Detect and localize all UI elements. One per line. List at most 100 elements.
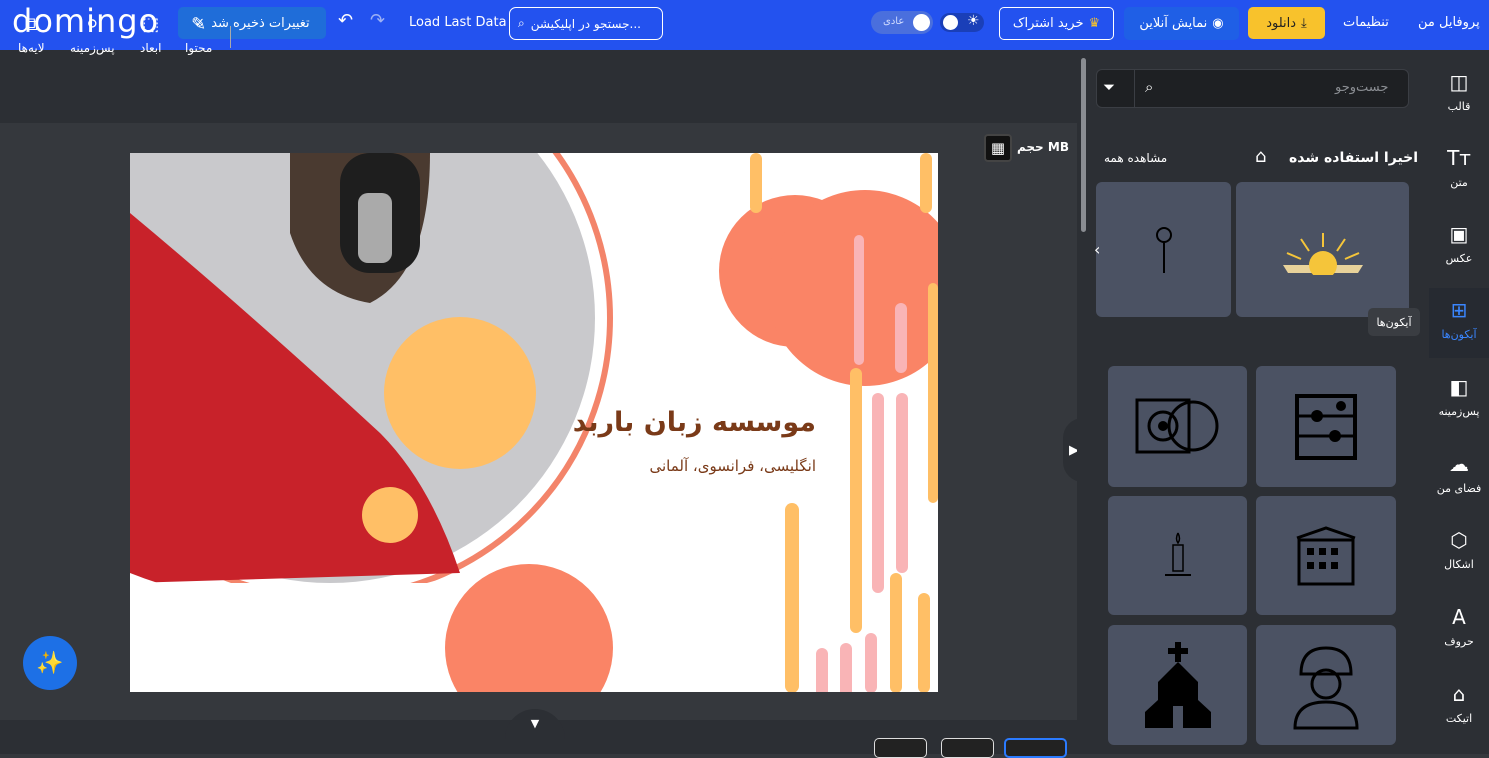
yellow-circle-large [384,317,536,469]
upload-icon: ☁ [1449,452,1469,476]
icons-icon: ⊞ [1450,298,1468,322]
stripe [895,303,907,373]
sidebar-item-icons[interactable]: ⊞ آیکون‌ها [1429,288,1489,358]
toggle-knob [913,14,930,31]
eye-icon: ◉ [1212,16,1224,31]
sidebar-label: اشکال [1444,558,1474,571]
stripe [854,235,864,365]
sidebar-label: عکس [1445,252,1473,265]
load-last-data-button[interactable]: Load Last Data [409,15,507,30]
sidebar-item-letters[interactable]: A حروف [1429,605,1489,648]
filter-icon[interactable]: ⏷ [1103,78,1115,96]
mode-toggle[interactable]: عادی [871,11,933,34]
layers-icon: ⧉ [24,14,38,35]
crown-icon: ♛ [1088,16,1101,31]
stripe [920,153,932,213]
theme-knob [943,15,958,30]
tool-content-label: محتوا [185,41,213,55]
search-icon: ⌕ [518,16,525,30]
stripe [816,648,828,692]
file-size-label: حجم MB [1017,140,1069,154]
panel-search-placeholder: جست‌وجو [1335,80,1389,95]
sun-icon: ☀ [967,13,980,29]
magic-wand-button[interactable]: ✨ [23,636,77,690]
broom-icon[interactable]: ⌂ [1255,146,1266,167]
sidebar-item-background[interactable]: ◧ پس‌زمینه [1429,375,1489,418]
background-icon: ◧ [1449,375,1469,399]
panel-scrollbar[interactable] [1081,58,1086,232]
redo-icon[interactable]: ↷ [370,10,385,31]
abacus-icon [1295,393,1357,460]
online-view-button[interactable]: نمایش آنلاین ◉ [1124,7,1239,40]
icon-tile[interactable] [1256,496,1396,615]
headphone-pad [358,193,392,263]
recent-title: اخیرا استفاده شده [1289,150,1419,166]
sidebar-label: حروف [1444,635,1474,648]
settings-menu[interactable]: تنظیمات [1343,15,1389,30]
letters-icon: A [1452,605,1466,629]
save-label: تغییرات ذخیره شد [211,15,310,31]
building-icon [1296,525,1356,585]
text-icon: Tт [1447,146,1471,170]
design-canvas[interactable]: موسسه زبان باربد انگلیسی، فرانسوی، آلمان… [130,153,938,692]
tool-background[interactable]: ⚪ پس‌زمینه [70,14,115,55]
page-thumbnail[interactable] [874,738,927,758]
stripe [918,593,930,692]
yellow-circle-small [362,487,418,543]
page-thumbnail[interactable] [941,738,994,758]
stripe [750,153,762,213]
tool-layers[interactable]: ⧉ لایه‌ها [18,14,45,55]
icon-tile[interactable] [1256,366,1396,487]
tag-icon: ⌂ [1452,682,1466,706]
icon-tile[interactable] [1256,625,1396,745]
sidebar-item-template[interactable]: ◫ قالب [1429,70,1489,113]
sunrise-book-icon [1282,232,1363,275]
icon-tile[interactable] [1108,366,1247,487]
tool-dimensions[interactable]: ⬚ ابعاد [140,14,161,55]
tool-layers-label: لایه‌ها [18,41,45,55]
design-subtitle[interactable]: انگلیسی، فرانسوی، آلمانی [649,457,816,475]
subscribe-button[interactable]: خرید اشتراک ♛ [999,7,1114,40]
see-all-link[interactable]: مشاهده همه [1104,151,1167,165]
shapes-icon: ⬡ [1450,528,1468,552]
recent-icon-flower[interactable] [1096,182,1231,317]
icon-tile[interactable] [1108,496,1247,615]
icon-tile[interactable] [1108,625,1247,745]
app-search-placeholder: جستجو در اپلیکیشن... [530,16,641,31]
online-label: نمایش آنلاین [1139,16,1208,31]
sidebar-label: پس‌زمینه [1438,405,1480,418]
candle-icon [1164,532,1191,576]
download-button[interactable]: دانلود ⤓ [1248,7,1325,39]
stripe [840,643,852,692]
recent-icon-sunrise[interactable] [1236,182,1409,317]
search-icon: ⌕ [1145,78,1154,96]
stripe [865,633,877,692]
sidebar-label: متن [1450,176,1468,189]
sidebar-item-text[interactable]: Tт متن [1429,146,1489,189]
tool-content[interactable]: ✎ محتوا [185,14,212,55]
stripe [928,283,938,503]
stripe [850,368,862,633]
app-search-input[interactable]: ⌕ جستجو در اپلیکیشن... [509,7,663,40]
sidebar-item-my-space[interactable]: ☁ فضای من [1429,452,1489,495]
search-divider [1134,70,1135,107]
sidebar-item-shapes[interactable]: ⬡ اشکال [1429,528,1489,571]
profile-menu[interactable]: پروفایل من [1418,15,1480,30]
page-thumbnail-active[interactable] [1004,738,1067,758]
icons-tooltip: آیکون‌ها [1368,308,1420,336]
photo-icon: ▣ [1449,222,1469,246]
stripe [872,393,884,593]
worker-icon [1293,646,1359,730]
design-artwork: موسسه زبان باربد انگلیسی، فرانسوی، آلمان… [130,153,938,692]
stripe [785,503,799,692]
download-label: دانلود [1266,15,1297,31]
design-title[interactable]: موسسه زبان باربد [573,407,816,438]
carousel-prev-icon[interactable]: ‹ [1094,240,1100,259]
sidebar-label: اتیکت [1445,712,1473,725]
stripe [896,393,908,573]
sidebar-item-photo[interactable]: ▣ عکس [1429,222,1489,265]
undo-icon[interactable]: ↶ [338,10,353,31]
sidebar-label: فضای من [1436,482,1482,495]
calculator-icon[interactable]: ▦ [984,134,1012,162]
sidebar-item-tag[interactable]: ⌂ اتیکت [1429,682,1489,725]
